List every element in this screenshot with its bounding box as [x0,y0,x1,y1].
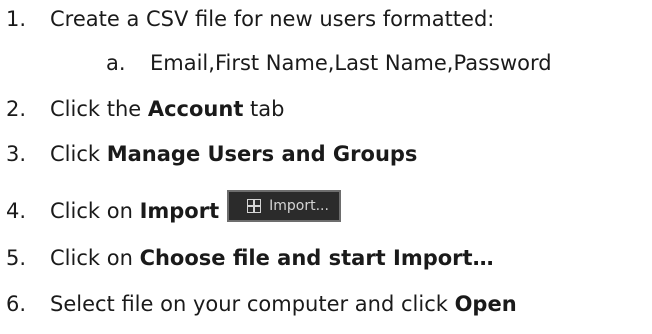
step-number: 2. [6,97,27,121]
step-text-pre: Click on [50,199,140,223]
substep-text: Email,First Name,Last Name,Password [150,51,552,75]
substep-a: a. Email,First Name,Last Name,Password [106,49,552,77]
step-2: 2. Click the Account tab [6,95,284,123]
step-text: Create a CSV file for new users formatte… [50,7,495,31]
step-text-post: tab [243,97,285,121]
step-text-bold: Open [454,292,517,316]
step-number: 1. [6,7,27,31]
step-text-pre: Select file on your computer and click [50,292,455,316]
grid-icon [247,199,262,213]
step-text-pre: Click the [50,97,148,121]
step-text-pre: Click [50,142,107,166]
step-number: 4. [6,199,27,223]
import-button[interactable]: Import... [227,190,342,222]
step-number: 3. [6,142,27,166]
step-6: 6. Select file on your computer and click… [6,290,517,318]
step-5: 5. Click on Choose file and start Import… [6,244,494,272]
step-text-bold: Import [139,199,220,223]
step-text-bold: Account [147,97,244,121]
step-text-pre: Click on [50,246,140,270]
step-number: 6. [6,292,27,316]
substep-letter: a. [106,51,126,75]
step-number: 5. [6,246,27,270]
step-4: 4. Click on Import Import... [6,190,342,228]
step-text-bold: Choose file and start Import… [139,246,494,270]
instruction-list: 1. Create a CSV file for new users format… [0,0,652,334]
step-3: 3. Click Manage Users and Groups [6,140,417,168]
step-1: 1. Create a CSV file for new users format… [6,5,494,33]
import-button-label: Import... [269,198,329,214]
step-text-bold: Manage Users and Groups [106,142,418,166]
